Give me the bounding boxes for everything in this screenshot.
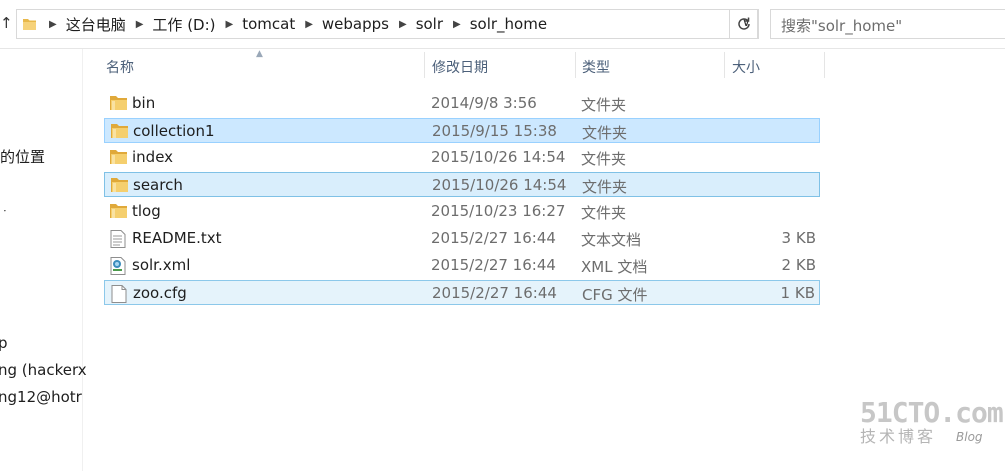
folder-icon [110, 95, 128, 115]
file-date: 2015/9/15 15:38 [432, 122, 557, 140]
file-date: 2015/10/23 16:27 [431, 202, 566, 220]
file-type: 文件夹 [582, 178, 628, 196]
file-name: README.txt [132, 229, 222, 247]
file-row[interactable]: collection1 2015/9/15 15:38 文件夹 [104, 118, 820, 143]
refresh-icon [738, 17, 750, 30]
file-row[interactable]: README.txt 2015/2/27 16:44 文本文档 3 KB [104, 226, 820, 251]
address-toolbar: ↑ ▶ 这台电脑 ▶ 工作 (D:) ▶ tomcat ▶ webapps ▶ solr ▶ solr… [0, 0, 1005, 48]
file-type: 文件夹 [581, 96, 627, 114]
file-row[interactable]: tlog 2015/10/23 16:27 文件夹 [104, 199, 820, 224]
breadcrumb-item[interactable]: tomcat [242, 15, 295, 33]
breadcrumb-item[interactable]: solr_home [470, 15, 547, 33]
file-type: 文件夹 [581, 204, 627, 222]
watermark: 51CTO.com 技术博客 Blog [860, 396, 1004, 447]
chevron-right-icon[interactable]: ▶ [399, 19, 407, 30]
file-name: bin [132, 94, 156, 112]
folder-icon [23, 17, 37, 35]
column-header-date[interactable]: 修改日期 [432, 57, 488, 79]
chevron-right-icon[interactable]: ▶ [305, 19, 313, 30]
file-date: 2015/2/27 16:44 [431, 256, 556, 274]
file-name: search [133, 176, 183, 194]
nav-item[interactable]: p [0, 334, 8, 352]
file-row[interactable]: bin 2014/9/8 3:56 文件夹 [104, 91, 820, 116]
nav-item-user[interactable]: ng (hackerx [0, 361, 87, 379]
breadcrumb-item[interactable]: 这台电脑 [66, 14, 126, 35]
file-name: zoo.cfg [133, 284, 187, 302]
chevron-right-icon[interactable]: ▶ [49, 19, 57, 30]
navigation-pane: 的位置 ᆞ p ng (hackerx ng12@hotr [0, 49, 87, 471]
column-header-name[interactable]: 名称 [106, 57, 134, 79]
watermark-blog: Blog [956, 430, 983, 444]
file-size: 1 KB [780, 284, 815, 302]
chevron-right-icon[interactable]: ▶ [226, 19, 234, 30]
column-divider[interactable] [824, 52, 825, 78]
column-divider[interactable] [724, 52, 725, 78]
up-arrow-icon[interactable]: ↑ [0, 14, 13, 32]
file-date: 2015/10/26 14:54 [431, 148, 566, 166]
chevron-right-icon[interactable]: ▶ [136, 19, 144, 30]
folder-icon [110, 149, 128, 169]
column-header-type[interactable]: 类型 [582, 57, 610, 79]
file-date: 2015/10/26 14:54 [432, 176, 567, 194]
folder-icon [111, 123, 129, 143]
breadcrumb-item[interactable]: 工作 (D:) [152, 14, 215, 35]
nav-item-email[interactable]: ng12@hotr [0, 388, 82, 406]
file-name: index [132, 148, 174, 166]
file-name: tlog [132, 202, 161, 220]
file-size: 3 KB [781, 229, 816, 247]
nav-item[interactable]: ᆞ [0, 200, 12, 221]
xml-file-icon [110, 257, 126, 279]
file-type: XML 文档 [581, 258, 648, 276]
file-row[interactable]: zoo.cfg 2015/2/27 16:44 CFG 文件 1 KB [104, 280, 820, 305]
file-date: 2015/2/27 16:44 [431, 229, 556, 247]
file-row[interactable]: index 2015/10/26 14:54 文件夹 [104, 145, 820, 170]
folder-icon [110, 203, 128, 223]
divider [0, 48, 1005, 49]
sort-ascending-icon: ▲ [256, 49, 263, 59]
column-divider[interactable] [424, 52, 425, 78]
breadcrumb: ▶ 这台电脑 ▶ 工作 (D:) ▶ tomcat ▶ webapps ▶ solr ▶ solr_h… [39, 10, 547, 38]
folder-icon [111, 177, 129, 197]
file-row[interactable]: search 2015/10/26 14:54 文件夹 [104, 172, 820, 197]
chevron-right-icon[interactable]: ▶ [453, 19, 461, 30]
file-date: 2014/9/8 3:56 [431, 94, 537, 112]
column-divider[interactable] [575, 52, 576, 78]
nav-item-locations[interactable]: 的位置 [0, 146, 45, 167]
address-bar[interactable]: ▶ 这台电脑 ▶ 工作 (D:) ▶ tomcat ▶ webapps ▶ solr ▶ solr_h… [16, 9, 758, 39]
refresh-button[interactable] [729, 9, 759, 39]
file-type: 文件夹 [582, 124, 628, 142]
file-size: 2 KB [781, 256, 816, 274]
file-row[interactable]: solr.xml 2015/2/27 16:44 XML 文档 2 KB [104, 253, 820, 278]
breadcrumb-item[interactable]: webapps [322, 15, 389, 33]
column-header-size[interactable]: 大小 [732, 57, 760, 79]
file-icon [111, 285, 127, 307]
file-name: collection1 [133, 122, 215, 140]
text-file-icon [110, 230, 126, 252]
breadcrumb-item[interactable]: solr [416, 15, 443, 33]
file-type: 文件夹 [581, 150, 627, 168]
file-date: 2015/2/27 16:44 [432, 284, 557, 302]
file-name: solr.xml [132, 256, 191, 274]
file-type: 文本文档 [581, 231, 642, 249]
file-type: CFG 文件 [582, 286, 648, 304]
search-input[interactable]: 搜索"solr_home" [770, 9, 1005, 39]
